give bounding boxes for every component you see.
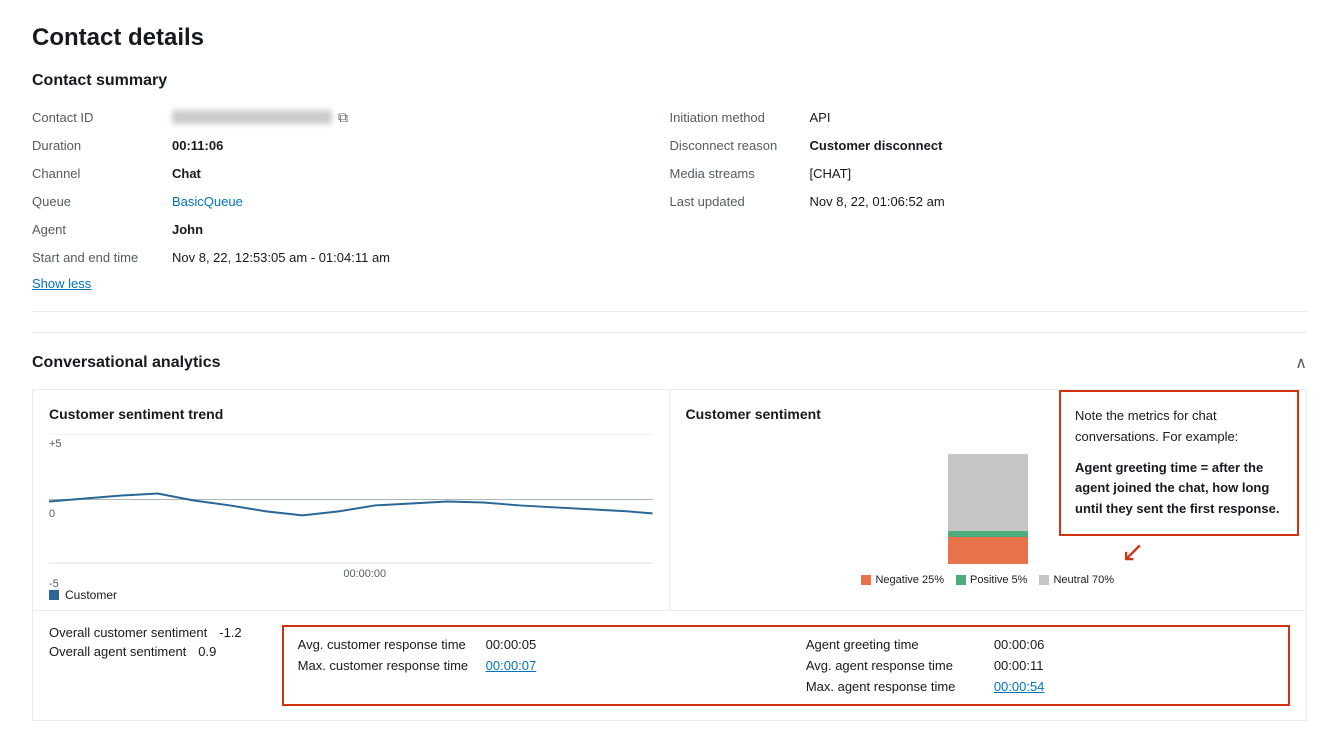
overall-customer-sentiment-value: -1.2 bbox=[219, 625, 241, 640]
media-streams-label: Media streams bbox=[670, 166, 810, 181]
start-end-time-value: Nov 8, 22, 12:53:05 am - 01:04:11 am bbox=[172, 250, 390, 265]
stacked-bar bbox=[948, 454, 1028, 564]
initiation-method-row: Initiation method API bbox=[670, 106, 1308, 128]
neutral-segment bbox=[948, 454, 1028, 531]
contact-id-blurred bbox=[172, 110, 332, 124]
max-agent-response-value[interactable]: 00:00:54 bbox=[994, 679, 1045, 694]
agent-label: Agent bbox=[32, 222, 172, 237]
start-end-time-row: Start and end time Nov 8, 22, 12:53:05 a… bbox=[32, 246, 670, 268]
initiation-method-label: Initiation method bbox=[670, 110, 810, 125]
max-customer-response-value[interactable]: 00:00:07 bbox=[486, 658, 537, 673]
disconnect-reason-value: Customer disconnect bbox=[810, 138, 943, 153]
contact-summary-section: Contact summary Contact ID ⧉ Duration 00… bbox=[32, 72, 1307, 312]
metrics-col2: Agent greeting time 00:00:06 Avg. agent … bbox=[806, 637, 1274, 694]
overall-metrics: Overall customer sentiment -1.2 Overall … bbox=[49, 625, 242, 659]
channel-value: Chat bbox=[172, 166, 201, 181]
trend-chart-content bbox=[49, 434, 653, 564]
agent-greeting-time-row: Agent greeting time 00:00:06 bbox=[806, 637, 1274, 652]
positive-legend-square bbox=[956, 575, 966, 585]
agent-value: John bbox=[172, 222, 203, 237]
x-axis-label: 00:00:00 bbox=[77, 568, 653, 580]
trend-legend: Customer bbox=[49, 588, 653, 602]
summary-right: Initiation method API Disconnect reason … bbox=[670, 106, 1308, 268]
annotation-arrow: ↙ bbox=[1121, 538, 1144, 566]
sentiment-trend-title: Customer sentiment trend bbox=[49, 406, 653, 422]
channel-label: Channel bbox=[32, 166, 172, 181]
analytics-header: Conversational analytics ∧ bbox=[32, 353, 1307, 373]
annotation-text1: Note the metrics for chat conversations.… bbox=[1075, 406, 1283, 448]
sentiment-trend-panel: Customer sentiment trend +5 0 -5 bbox=[33, 390, 670, 610]
overall-customer-row: Overall customer sentiment -1.2 bbox=[49, 625, 242, 640]
neutral-legend-square bbox=[1039, 575, 1049, 585]
metrics-row: Overall customer sentiment -1.2 Overall … bbox=[32, 611, 1307, 721]
last-updated-row: Last updated Nov 8, 22, 01:06:52 am bbox=[670, 190, 1308, 212]
avg-agent-response-row: Avg. agent response time 00:00:11 bbox=[806, 658, 1274, 673]
negative-legend-square bbox=[861, 575, 871, 585]
contact-id-row: Contact ID ⧉ bbox=[32, 106, 670, 128]
initiation-method-value: API bbox=[810, 110, 831, 125]
customer-legend-label: Customer bbox=[65, 588, 117, 602]
overall-customer-sentiment-label: Overall customer sentiment bbox=[49, 625, 207, 640]
annotation-text2: Agent greeting time = after the agent jo… bbox=[1075, 458, 1283, 520]
last-updated-value: Nov 8, 22, 01:06:52 am bbox=[810, 194, 945, 209]
max-agent-response-label: Max. agent response time bbox=[806, 679, 986, 694]
queue-label: Queue bbox=[32, 194, 172, 209]
overall-agent-sentiment-value: 0.9 bbox=[198, 644, 216, 659]
duration-row: Duration 00:11:06 bbox=[32, 134, 670, 156]
max-agent-response-row: Max. agent response time 00:00:54 bbox=[806, 679, 1274, 694]
bar-chart-area bbox=[948, 444, 1028, 564]
trend-chart: +5 0 -5 bbox=[49, 434, 653, 594]
section-divider bbox=[32, 332, 1307, 333]
collapse-analytics-button[interactable]: ∧ bbox=[1295, 353, 1307, 373]
queue-value[interactable]: BasicQueue bbox=[172, 194, 243, 209]
duration-value: 00:11:06 bbox=[172, 138, 223, 153]
agent-greeting-time-label: Agent greeting time bbox=[806, 637, 986, 652]
queue-row: Queue BasicQueue bbox=[32, 190, 670, 212]
metrics-col1: Avg. customer response time 00:00:05 Max… bbox=[298, 637, 766, 694]
media-streams-value: [CHAT] bbox=[810, 166, 852, 181]
bar-legend: Negative 25% Positive 5% Neutral 70% bbox=[861, 574, 1114, 586]
avg-customer-response-label: Avg. customer response time bbox=[298, 637, 478, 652]
avg-agent-response-label: Avg. agent response time bbox=[806, 658, 986, 673]
start-end-time-label: Start and end time bbox=[32, 250, 172, 265]
summary-left: Contact ID ⧉ Duration 00:11:06 Channel C… bbox=[32, 106, 670, 268]
avg-customer-response-value: 00:00:05 bbox=[486, 637, 537, 652]
disconnect-reason-row: Disconnect reason Customer disconnect bbox=[670, 134, 1308, 156]
media-streams-row: Media streams [CHAT] bbox=[670, 162, 1308, 184]
duration-label: Duration bbox=[32, 138, 172, 153]
overall-agent-sentiment-label: Overall agent sentiment bbox=[49, 644, 186, 659]
detailed-metrics-panel: Avg. customer response time 00:00:05 Max… bbox=[282, 625, 1290, 706]
contact-id-label: Contact ID bbox=[32, 110, 172, 125]
agent-greeting-time-value: 00:00:06 bbox=[994, 637, 1045, 652]
copy-icon[interactable]: ⧉ bbox=[338, 109, 348, 126]
avg-agent-response-value: 00:00:11 bbox=[994, 658, 1044, 673]
positive-legend-label: Positive 5% bbox=[970, 574, 1027, 586]
negative-legend-label: Negative 25% bbox=[875, 574, 944, 586]
show-less-link[interactable]: Show less bbox=[32, 276, 91, 291]
contact-summary-title: Contact summary bbox=[32, 72, 1307, 90]
negative-legend-item: Negative 25% bbox=[861, 574, 944, 586]
analytics-title: Conversational analytics bbox=[32, 354, 221, 372]
negative-segment bbox=[948, 537, 1028, 565]
max-customer-response-row: Max. customer response time 00:00:07 bbox=[298, 658, 766, 673]
disconnect-reason-label: Disconnect reason bbox=[670, 138, 810, 153]
positive-legend-item: Positive 5% bbox=[956, 574, 1027, 586]
page-title: Contact details bbox=[32, 24, 1307, 52]
last-updated-label: Last updated bbox=[670, 194, 810, 209]
summary-grid: Contact ID ⧉ Duration 00:11:06 Channel C… bbox=[32, 106, 1307, 268]
trend-line-svg bbox=[49, 434, 653, 563]
avg-customer-response-row: Avg. customer response time 00:00:05 bbox=[298, 637, 766, 652]
channel-row: Channel Chat bbox=[32, 162, 670, 184]
max-customer-response-label: Max. customer response time bbox=[298, 658, 478, 673]
neutral-legend-item: Neutral 70% bbox=[1039, 574, 1114, 586]
neutral-legend-label: Neutral 70% bbox=[1053, 574, 1114, 586]
agent-row: Agent John bbox=[32, 218, 670, 240]
annotation-box: Note the metrics for chat conversations.… bbox=[1059, 390, 1299, 536]
overall-agent-row: Overall agent sentiment 0.9 bbox=[49, 644, 242, 659]
